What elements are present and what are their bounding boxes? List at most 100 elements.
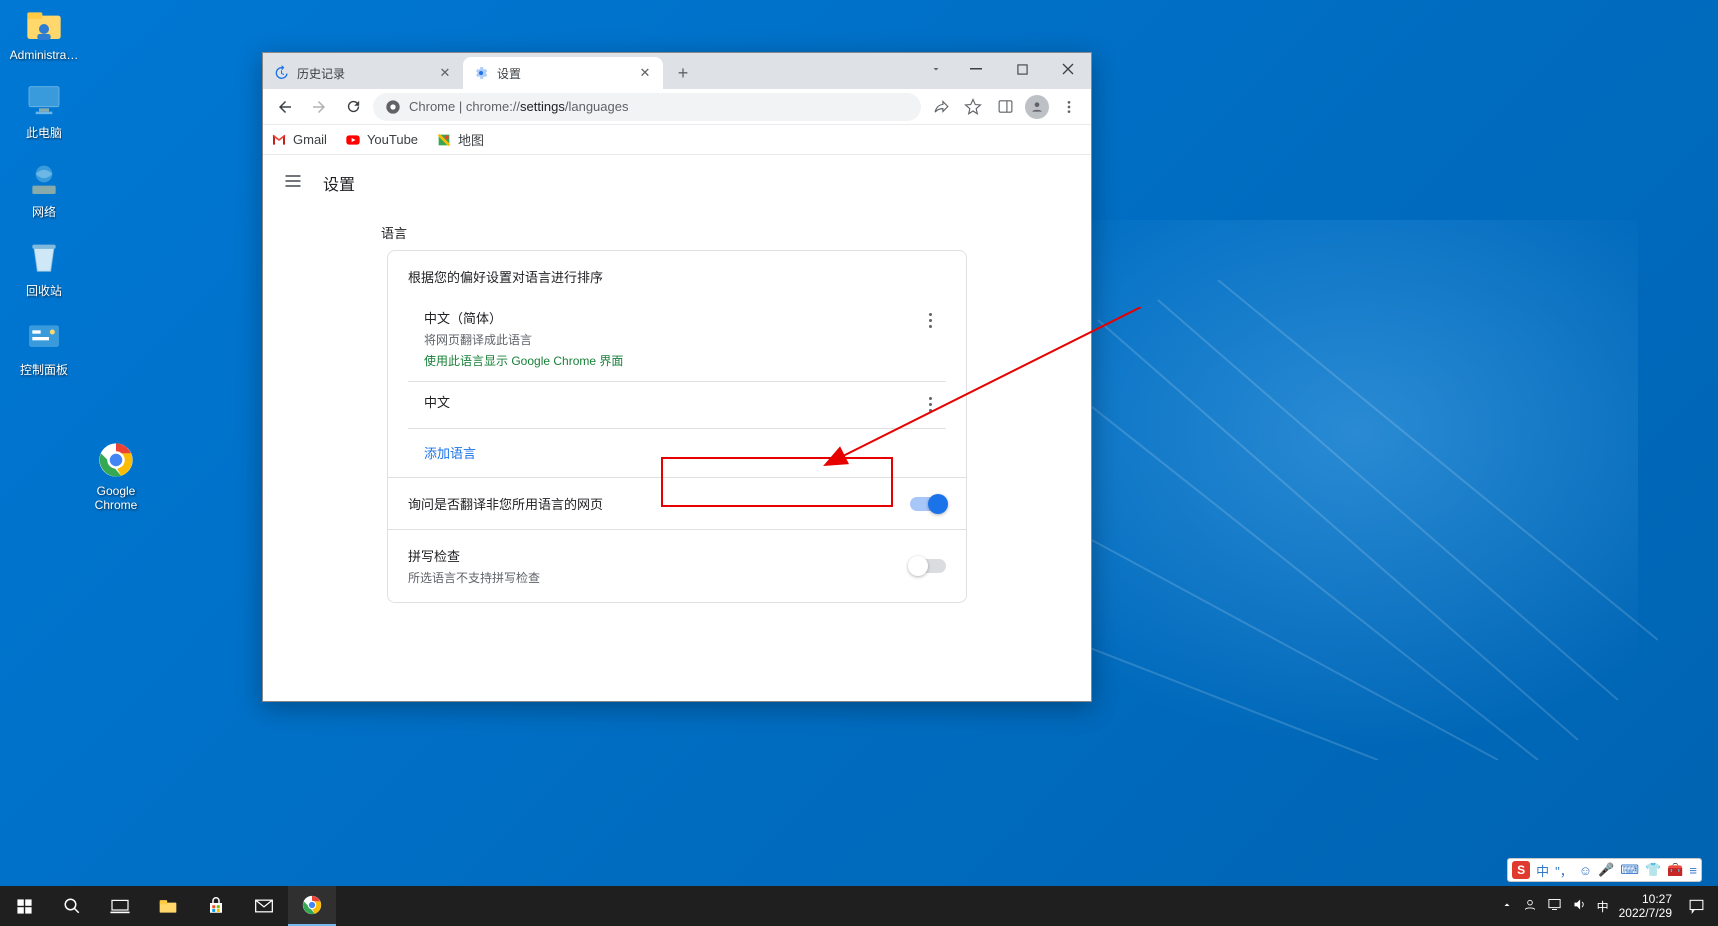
desktop-icon-control-panel[interactable]: 控制面板 [6, 317, 82, 378]
system-tray: 中 10:27 2022/7/29 [1501, 886, 1718, 926]
back-button[interactable] [271, 93, 299, 121]
network-icon [24, 159, 64, 199]
translate-toggle-label: 询问是否翻译非您所用语言的网页 [408, 494, 910, 513]
gear-icon [473, 65, 489, 81]
side-panel-button[interactable] [991, 93, 1019, 121]
spellcheck-toggle [910, 559, 946, 573]
ime-toolbox-icon[interactable]: 🧰 [1667, 862, 1683, 878]
bookmark-youtube[interactable]: YouTube [345, 132, 418, 148]
bookmark-label: 地图 [458, 130, 484, 149]
taskbar-clock[interactable]: 10:27 2022/7/29 [1619, 892, 1672, 920]
chrome-menu-button[interactable] [1055, 93, 1083, 121]
address-bar[interactable]: Chrome | chrome://settings/languages [373, 93, 921, 121]
maps-icon [436, 132, 452, 148]
translate-toggle-row: 询问是否翻译非您所用语言的网页 [388, 477, 966, 529]
language-row-chinese: 中文 [388, 382, 966, 428]
taskbar-chrome[interactable] [288, 886, 336, 926]
desktop-icon-chrome[interactable]: Google Chrome [78, 440, 154, 512]
tray-people-icon[interactable] [1523, 898, 1537, 915]
bookmark-label: Gmail [293, 132, 327, 147]
card-header: 根据您的偏好设置对语言进行排序 [388, 251, 966, 298]
bookmark-star-button[interactable] [959, 93, 987, 121]
ime-emoji-icon[interactable]: ☺ [1579, 863, 1592, 878]
language-row-simplified-chinese: 中文（简体） 将网页翻译成此语言 使用此语言显示 Google Chrome 界… [388, 298, 966, 381]
spellcheck-title: 拼写检查 [408, 546, 910, 565]
tab-title: 设置 [497, 65, 521, 82]
tab-close-button[interactable]: ✕ [637, 65, 653, 81]
desktop-icon-label: 此电脑 [26, 124, 62, 141]
desktop-icon-user-folder[interactable]: Administra… [6, 4, 82, 62]
desktop-icon-this-pc[interactable]: 此电脑 [6, 80, 82, 141]
ime-keyboard-icon[interactable]: ⌨ [1620, 862, 1639, 878]
reload-button[interactable] [339, 93, 367, 121]
tab-history[interactable]: 历史记录 ✕ [263, 57, 463, 89]
language-card: 根据您的偏好设置对语言进行排序 中文（简体） 将网页翻译成此语言 使用此语言显示… [387, 250, 967, 603]
minimize-button[interactable] [953, 53, 999, 85]
settings-title: 设置 [323, 171, 355, 195]
ime-menu-icon[interactable]: ≡ [1689, 863, 1697, 878]
share-button[interactable] [927, 93, 955, 121]
taskbar-explorer[interactable] [144, 886, 192, 926]
language-subtitle: 将网页翻译成此语言 [424, 331, 918, 348]
tab-title: 历史记录 [297, 65, 345, 82]
language-more-button[interactable] [918, 308, 942, 332]
maximize-button[interactable] [999, 53, 1045, 85]
chrome-site-icon [385, 99, 401, 115]
language-title: 中文（简体） [424, 308, 918, 327]
spellcheck-subtitle: 所选语言不支持拼写检查 [408, 569, 910, 586]
taskbar-date: 2022/7/29 [1619, 906, 1672, 920]
ime-mode[interactable]: 中 [1536, 861, 1549, 880]
new-tab-button[interactable]: + [669, 59, 697, 87]
close-window-button[interactable] [1045, 53, 1091, 85]
tab-settings[interactable]: 设置 ✕ [463, 57, 663, 89]
taskbar-time: 10:27 [1619, 892, 1672, 906]
ime-punctuation-icon[interactable]: "， [1555, 861, 1573, 880]
tray-overflow-button[interactable] [1501, 899, 1513, 914]
window-controls [919, 53, 1091, 85]
desktop-icons: Administra… 此电脑 网络 回收站 控制面板 [6, 4, 82, 378]
ime-voice-icon[interactable]: 🎤 [1598, 862, 1614, 878]
bookmark-gmail[interactable]: Gmail [271, 132, 327, 148]
desktop-icon-label: Google Chrome [78, 484, 154, 512]
taskbar-mail[interactable] [240, 886, 288, 926]
settings-menu-button[interactable] [283, 171, 303, 196]
chrome-window: 历史记录 ✕ 设置 ✕ + [262, 52, 1092, 702]
language-more-button[interactable] [918, 392, 942, 416]
ime-toolbar[interactable]: S 中 "， ☺ 🎤 ⌨ 👕 🧰 ≡ [1507, 858, 1702, 882]
language-display-note: 使用此语言显示 Google Chrome 界面 [424, 352, 918, 369]
ime-skin-icon[interactable]: 👕 [1645, 862, 1661, 878]
tray-network-icon[interactable] [1547, 897, 1562, 915]
desktop-icon-label: 控制面板 [20, 361, 68, 378]
chrome-icon [96, 440, 136, 480]
desktop-icon-recycle-bin[interactable]: 回收站 [6, 238, 82, 299]
wallpaper-rays [1018, 280, 1658, 760]
tray-volume-icon[interactable] [1572, 897, 1587, 915]
translate-toggle[interactable] [910, 497, 946, 511]
history-icon [273, 65, 289, 81]
youtube-icon [345, 132, 361, 148]
bookmarks-bar: Gmail YouTube 地图 [263, 125, 1091, 155]
monitor-icon [24, 80, 64, 120]
browser-toolbar: Chrome | chrome://settings/languages [263, 89, 1091, 125]
bookmark-maps[interactable]: 地图 [436, 130, 484, 149]
desktop-icon-label: 网络 [32, 203, 56, 220]
tab-close-button[interactable]: ✕ [437, 65, 453, 81]
tab-search-button[interactable] [919, 53, 953, 85]
taskbar-store[interactable] [192, 886, 240, 926]
start-button[interactable] [0, 886, 48, 926]
folder-user-icon [24, 4, 64, 44]
add-language-link[interactable]: 添加语言 [424, 446, 476, 461]
task-view-button[interactable] [96, 886, 144, 926]
forward-button[interactable] [305, 93, 333, 121]
taskbar-search-button[interactable] [48, 886, 96, 926]
language-title: 中文 [424, 392, 918, 411]
settings-header: 设置 [263, 155, 1091, 211]
tray-ime-indicator[interactable]: 中 [1597, 898, 1609, 915]
ime-logo-icon: S [1512, 861, 1530, 879]
profile-button[interactable] [1023, 93, 1051, 121]
section-label-language: 语言 [263, 211, 1091, 250]
action-center-button[interactable] [1682, 886, 1710, 926]
desktop-icon-network[interactable]: 网络 [6, 159, 82, 220]
toolbar-right [927, 93, 1083, 121]
desktop-icon-label: 回收站 [26, 282, 62, 299]
